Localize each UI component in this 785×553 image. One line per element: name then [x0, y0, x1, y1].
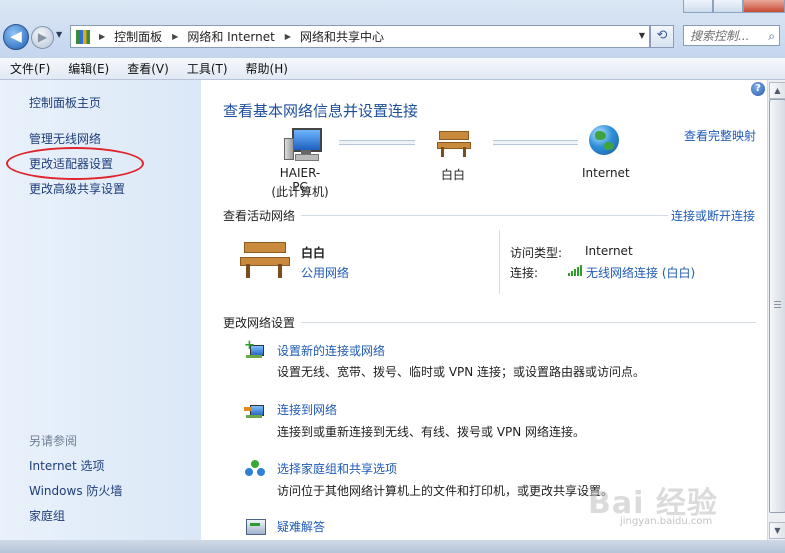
- access-type-label: 访问类型:: [510, 246, 563, 260]
- nav-internet-options[interactable]: Internet 选项: [29, 457, 104, 474]
- breadcrumb-control-panel[interactable]: 控制面板: [114, 28, 162, 45]
- refresh-icon: ⟲: [656, 28, 668, 43]
- baidu-watermark-url: jingyan.baidu.com: [620, 516, 713, 527]
- computer-subtitle: (此计算机): [271, 185, 329, 199]
- connection-label: 连接:: [510, 266, 539, 280]
- close-button[interactable]: [743, 0, 785, 13]
- minimize-button[interactable]: [683, 0, 714, 13]
- connect-to-network-icon: [244, 401, 264, 419]
- maximize-button[interactable]: [713, 0, 744, 13]
- window-controls: [683, 0, 785, 13]
- red-highlight-ring: [6, 147, 144, 180]
- search-icon[interactable]: ⌕: [768, 26, 775, 47]
- new-connection-icon: +: [244, 339, 264, 359]
- menu-tools[interactable]: 工具(T): [177, 60, 236, 77]
- back-button[interactable]: ◀: [3, 24, 29, 50]
- nav-control-panel-home[interactable]: 控制面板主页: [29, 94, 101, 111]
- homegroup-icon: [245, 460, 265, 478]
- active-network-name: 白白: [301, 246, 326, 260]
- address-dropdown-icon[interactable]: ▼: [639, 31, 645, 40]
- active-networks-heading: 查看活动网络: [223, 209, 296, 223]
- refresh-button[interactable]: ⟲: [650, 25, 674, 48]
- scroll-down-button[interactable]: ▼: [769, 522, 785, 539]
- computer-icon: [284, 126, 324, 162]
- nav-manage-wireless-networks[interactable]: 管理无线网络: [29, 130, 101, 147]
- see-also-heading: 另请参阅: [29, 434, 78, 448]
- task-connect-to-network-desc: 连接到或重新连接到无线、有线、拨号或 VPN 网络连接。: [277, 425, 586, 439]
- task-troubleshoot-link[interactable]: 疑难解答: [277, 518, 325, 535]
- back-arrow-icon: ◀: [10, 27, 22, 45]
- breadcrumb-network-internet[interactable]: 网络和 Internet: [187, 28, 274, 45]
- breadcrumb-network-sharing-center[interactable]: 网络和共享中心: [300, 28, 384, 45]
- scroll-thumb[interactable]: [769, 99, 785, 513]
- menu-file[interactable]: 文件(F): [0, 60, 58, 77]
- see-full-map-link[interactable]: 查看完整映射: [684, 127, 756, 144]
- section-divider: [301, 215, 668, 216]
- history-dropdown-icon[interactable]: ▼: [56, 30, 62, 39]
- vertical-scrollbar[interactable]: ▲ ▼: [767, 80, 785, 540]
- wireless-signal-icon: [568, 265, 582, 276]
- section-divider: [301, 322, 756, 323]
- task-connect-to-network-link[interactable]: 连接到网络: [277, 401, 337, 418]
- search-input[interactable]: 搜索控制... ⌕: [683, 25, 780, 46]
- page-title: 查看基本网络信息并设置连接: [223, 102, 419, 120]
- menu-help[interactable]: 帮助(H): [236, 60, 296, 77]
- task-homegroup-sharing-link[interactable]: 选择家庭组和共享选项: [277, 460, 397, 477]
- change-settings-heading: 更改网络设置: [223, 316, 296, 330]
- caret-up-icon: ▲: [774, 86, 781, 95]
- chevron-right-icon[interactable]: ▶: [285, 32, 291, 41]
- bench-network-icon: [437, 129, 471, 159]
- internet-globe-icon: [589, 125, 619, 155]
- scroll-up-button[interactable]: ▲: [769, 82, 785, 99]
- connection-line: [493, 140, 578, 145]
- control-panel-icon: [76, 29, 90, 44]
- window-bottom-border: [0, 540, 785, 553]
- connection-line: [339, 140, 415, 145]
- bench-network-large-icon: [240, 240, 290, 280]
- task-setup-new-connection-desc: 设置无线、宽带、拨号、临时或 VPN 连接；或设置路由器或访问点。: [277, 365, 646, 379]
- internet-label: Internet: [582, 166, 630, 180]
- address-bar[interactable]: ▶ 控制面板 ▶ 网络和 Internet ▶ 网络和共享中心 ▼: [70, 25, 650, 48]
- vertical-divider: [499, 230, 500, 294]
- caret-down-icon: ▼: [774, 526, 781, 535]
- network-name: 白白: [440, 168, 465, 182]
- nav-change-advanced-sharing[interactable]: 更改高级共享设置: [29, 180, 125, 197]
- nav-windows-firewall[interactable]: Windows 防火墙: [29, 482, 122, 499]
- access-type-value: Internet: [585, 244, 633, 258]
- public-network-link[interactable]: 公用网络: [301, 264, 349, 281]
- forward-button[interactable]: ▶: [31, 26, 54, 49]
- troubleshoot-icon: [246, 517, 266, 535]
- chevron-right-icon[interactable]: ▶: [99, 32, 105, 41]
- forward-arrow-icon: ▶: [37, 30, 48, 44]
- task-setup-new-connection-link[interactable]: 设置新的连接或网络: [277, 342, 385, 359]
- menu-bar: 文件(F) 编辑(E) 查看(V) 工具(T) 帮助(H): [0, 58, 785, 80]
- connect-disconnect-link[interactable]: 连接或断开连接: [671, 207, 755, 224]
- menu-view[interactable]: 查看(V): [117, 60, 177, 77]
- window-titlebar: ◀ ▶ ▼ ▶ 控制面板 ▶ 网络和 Internet ▶ 网络和共享中心 ▼ …: [0, 0, 785, 58]
- search-placeholder: 搜索控制...: [690, 29, 750, 43]
- chevron-right-icon[interactable]: ▶: [172, 32, 178, 41]
- help-icon[interactable]: ?: [751, 82, 765, 96]
- wireless-connection-link[interactable]: 无线网络连接 (白白): [586, 264, 695, 281]
- nav-homegroup[interactable]: 家庭组: [29, 507, 65, 524]
- task-homegroup-sharing-desc: 访问位于其他网络计算机上的文件和打印机，或更改共享设置。: [277, 484, 614, 498]
- menu-edit[interactable]: 编辑(E): [58, 60, 117, 77]
